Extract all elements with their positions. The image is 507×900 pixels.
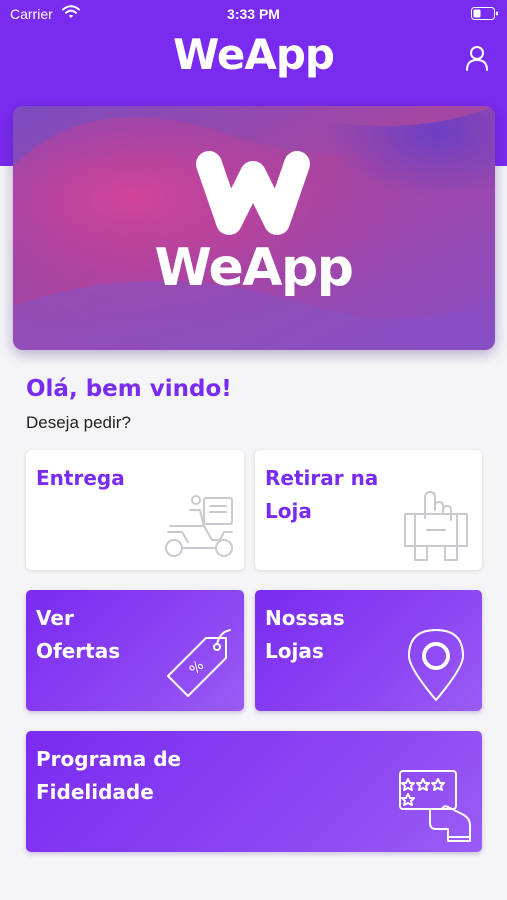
lojas-label: Nossas Lojas xyxy=(265,606,345,663)
welcome-subtitle: Deseja pedir? xyxy=(26,413,131,432)
ofertas-label: Ver Ofertas xyxy=(36,606,121,663)
user-icon[interactable] xyxy=(463,45,491,71)
entrega-card[interactable]: Entrega xyxy=(26,450,244,570)
loyalty-card-icon xyxy=(399,770,471,842)
fidelidade-label: Programa de Fidelidade xyxy=(36,747,182,804)
map-pin-icon xyxy=(408,629,464,701)
status-bar: Carrier 3:33 PM xyxy=(0,0,507,28)
battery-icon xyxy=(471,7,498,20)
retirar-label: Retirar na Loja xyxy=(265,466,379,523)
status-time: 3:33 PM xyxy=(227,6,280,22)
delivery-scooter-icon xyxy=(165,495,233,557)
store-pickup-icon xyxy=(404,491,468,561)
app-title: WeApp xyxy=(173,30,335,79)
banner-logo-text: WeApp xyxy=(154,238,354,298)
price-tag-icon: % xyxy=(167,629,231,697)
welcome-title: Olá, bem vindo! xyxy=(26,376,232,402)
weapp-logo-icon xyxy=(196,151,310,235)
discount-percent-label: % xyxy=(187,658,208,679)
fidelidade-card[interactable]: Programa de Fidelidade xyxy=(26,731,482,852)
ofertas-card[interactable]: Ver Ofertas % xyxy=(26,590,244,711)
entrega-label: Entrega xyxy=(36,466,125,490)
retirar-card[interactable]: Retirar na Loja xyxy=(255,450,482,570)
lojas-card[interactable]: Nossas Lojas xyxy=(255,590,482,711)
